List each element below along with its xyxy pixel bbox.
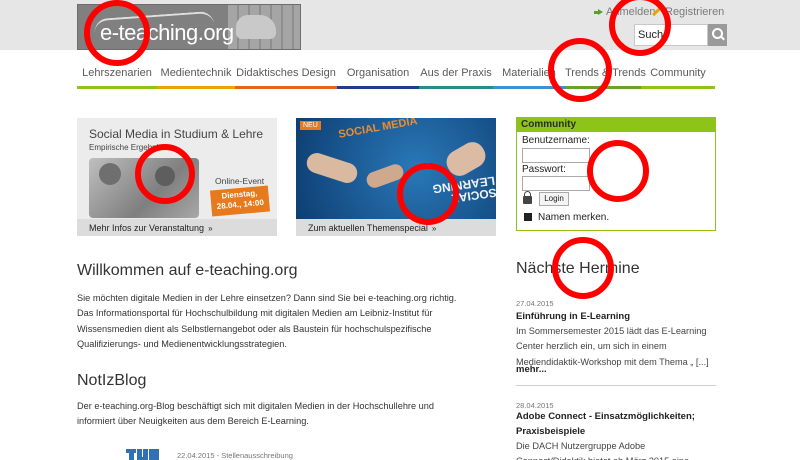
nav-item-label: Lehrszenarien <box>82 67 152 79</box>
nav-color-bar <box>157 86 235 89</box>
nav-item-label: Organisation <box>346 67 410 79</box>
remember-checkbox[interactable] <box>524 213 532 221</box>
double-chevron-icon: » <box>431 224 437 233</box>
red-circle-marker <box>552 237 614 299</box>
red-circle-marker <box>587 140 649 202</box>
event-label: Online-Event <box>215 176 265 186</box>
blog-entry-meta[interactable]: 22.04.2015 - Stellenausschreibung <box>177 451 293 460</box>
password-label: Passwort: <box>522 164 566 175</box>
nav-color-bar <box>419 86 493 89</box>
nav-item-medientechnik[interactable]: Medientechnik <box>157 60 235 90</box>
event-teaser: Die DACH Nutzergruppe Adobe Connect/Dida… <box>516 441 689 460</box>
new-badge: NEU <box>300 121 321 130</box>
red-circle-marker <box>135 144 195 204</box>
theme-special-banner[interactable]: NEU SOCIAL MEDIA SOCIAL LEARNING Zum akt… <box>296 118 496 236</box>
tum-logo <box>126 449 159 460</box>
nav-color-bar <box>77 86 157 89</box>
username-field[interactable] <box>522 148 590 163</box>
nav-item-community[interactable]: Community <box>641 60 715 90</box>
logo-hand-image <box>236 15 276 39</box>
nav-item-label: Medientechnik <box>160 67 232 79</box>
nav-color-bar <box>235 86 337 89</box>
event-divider <box>516 385 716 386</box>
red-circle-marker <box>397 163 459 225</box>
event-date-badge: Dienstag, 28.04., 14:00 <box>209 185 271 217</box>
banner-caption-link[interactable]: Zum aktuellen Themenspecial» <box>296 219 496 236</box>
caption-text: Zum aktuellen Themenspecial <box>308 223 428 233</box>
password-field[interactable] <box>522 176 590 191</box>
person-head <box>99 163 121 185</box>
double-chevron-icon: » <box>208 224 213 233</box>
event-title-link[interactable]: Adobe Connect - Einsatzmöglichkeiten; Pr… <box>516 409 711 439</box>
nav-color-bar <box>337 86 419 89</box>
event-teaser: Im Sommersemester 2015 lädt das E-Learni… <box>516 326 709 367</box>
nav-color-bar <box>641 86 715 89</box>
login-icon <box>594 8 603 17</box>
banner-caption-link[interactable]: Mehr Infos zur Veranstaltung» <box>77 219 277 236</box>
red-circle-marker <box>84 0 150 66</box>
caption-text: Mehr Infos zur Veranstaltung <box>89 223 205 233</box>
red-circle-marker <box>548 38 612 102</box>
nav-item-label: Didaktisches Design <box>236 67 336 79</box>
login-button[interactable]: Login <box>539 192 569 206</box>
register-label: Registrieren <box>665 6 725 18</box>
welcome-heading: Willkommen auf e-teaching.org <box>77 262 298 279</box>
nav-item-label: Community <box>650 67 706 79</box>
username-label: Benutzername: <box>522 135 590 146</box>
nav-item-organisation[interactable]: Organisation <box>337 60 419 90</box>
event-more-link[interactable]: mehr... <box>516 364 547 375</box>
banner-title: Social Media in Studium & Lehre <box>89 127 264 141</box>
blog-paragraph: Der e-teaching.org-Blog beschäftigt sich… <box>77 401 434 427</box>
blog-heading: NotIzBlog <box>77 372 147 389</box>
main-navigation: Lehrszenarien Medientechnik Didaktisches… <box>77 60 715 90</box>
nav-item-aus-der-praxis[interactable]: Aus der Praxis <box>419 60 493 90</box>
lock-icon <box>523 191 532 204</box>
welcome-paragraph: Sie möchten digitale Medien in der Lehre… <box>77 293 457 349</box>
event-title-link[interactable]: Einführung in E-Learning <box>516 309 711 324</box>
search-icon[interactable] <box>708 24 727 46</box>
remember-label: Namen merken. <box>538 212 610 223</box>
nav-item-label: Aus der Praxis <box>420 67 492 79</box>
community-title: Community <box>517 118 715 132</box>
event-date: 27.04.2015 <box>516 299 554 308</box>
nav-item-didaktisches-design[interactable]: Didaktisches Design <box>235 60 337 90</box>
